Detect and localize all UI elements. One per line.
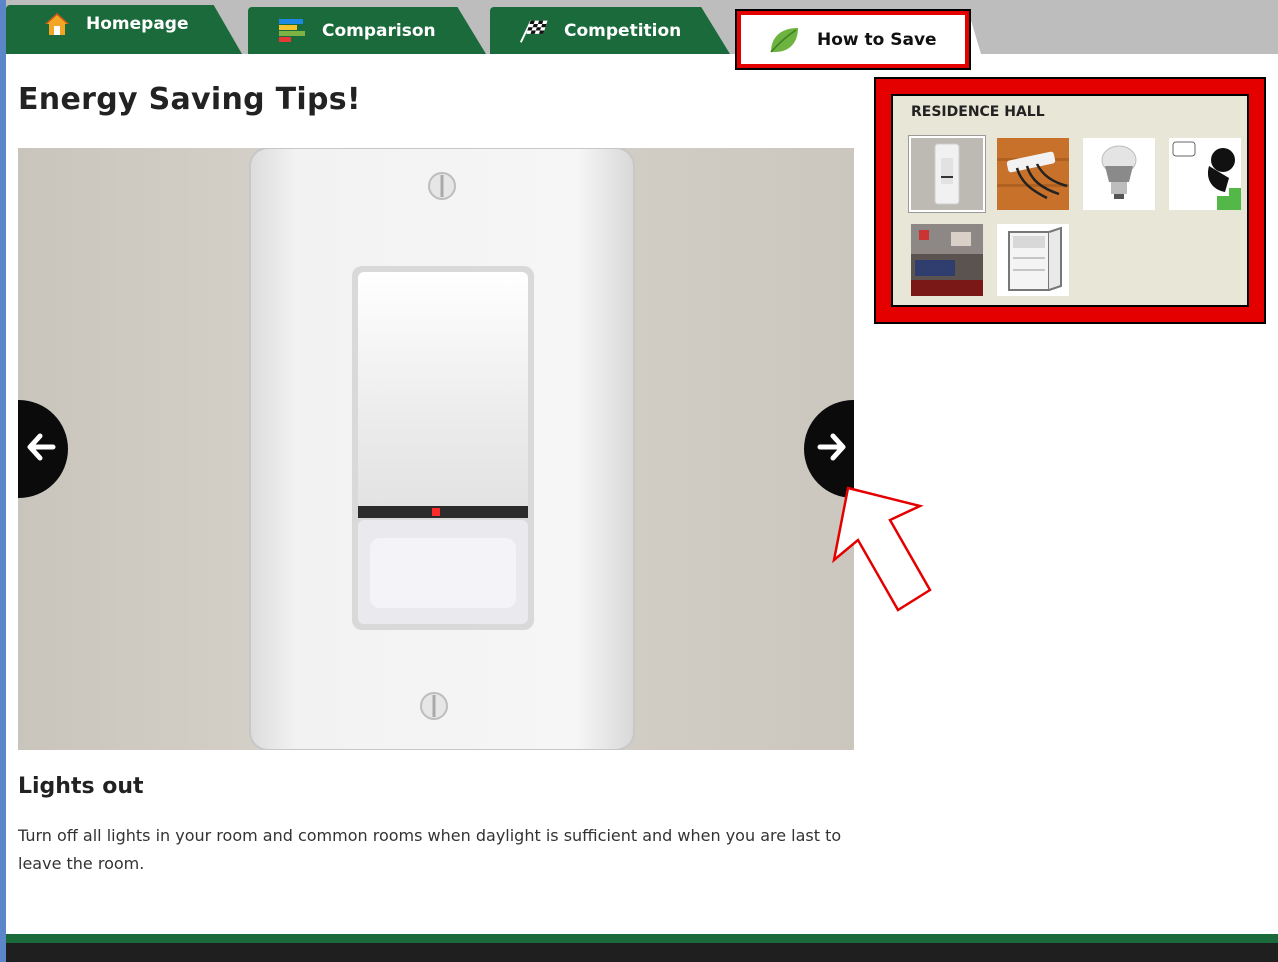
tab-label: Competition: [564, 20, 682, 41]
tip-slide-image: [18, 148, 854, 750]
tab-comparison[interactable]: Comparison: [248, 7, 486, 54]
arrow-left-icon: [26, 432, 56, 466]
residence-hall-panel: RESIDENCE HALL: [874, 77, 1266, 324]
thumbnail-led-bulb[interactable]: [1083, 138, 1155, 210]
thumbnail-dorm-room[interactable]: [911, 224, 983, 296]
page-title: Energy Saving Tips!: [18, 82, 361, 117]
tab-label: How to Save: [817, 29, 937, 50]
checkered-flag-icon: [518, 17, 550, 45]
callout-arrow-icon: [832, 486, 932, 612]
window-left-edge: [0, 0, 6, 962]
panel-title: RESIDENCE HALL: [911, 104, 1045, 120]
footer-bar: [6, 934, 1278, 962]
tip-title: Lights out: [18, 774, 144, 799]
thumbnail-power-strip[interactable]: [997, 138, 1069, 210]
tab-label: Homepage: [86, 13, 189, 34]
tab-competition[interactable]: Competition: [490, 7, 730, 54]
leaf-icon: [767, 25, 801, 55]
tab-how-to-save[interactable]: How to Save: [735, 9, 971, 70]
residence-hall-frame: RESIDENCE HALL: [891, 94, 1249, 307]
thumbnail-cartoon-stairs[interactable]: [1169, 138, 1241, 210]
thumbnail-light-switch[interactable]: [909, 136, 985, 212]
bar-chart-icon: [276, 17, 308, 45]
thumbnail-mini-fridge[interactable]: [997, 224, 1069, 296]
tab-homepage[interactable]: Homepage: [6, 5, 242, 54]
house-icon: [42, 10, 72, 38]
tip-description: Turn off all lights in your room and com…: [18, 826, 842, 873]
tab-label: Comparison: [322, 20, 436, 41]
arrow-right-icon: [817, 432, 847, 466]
